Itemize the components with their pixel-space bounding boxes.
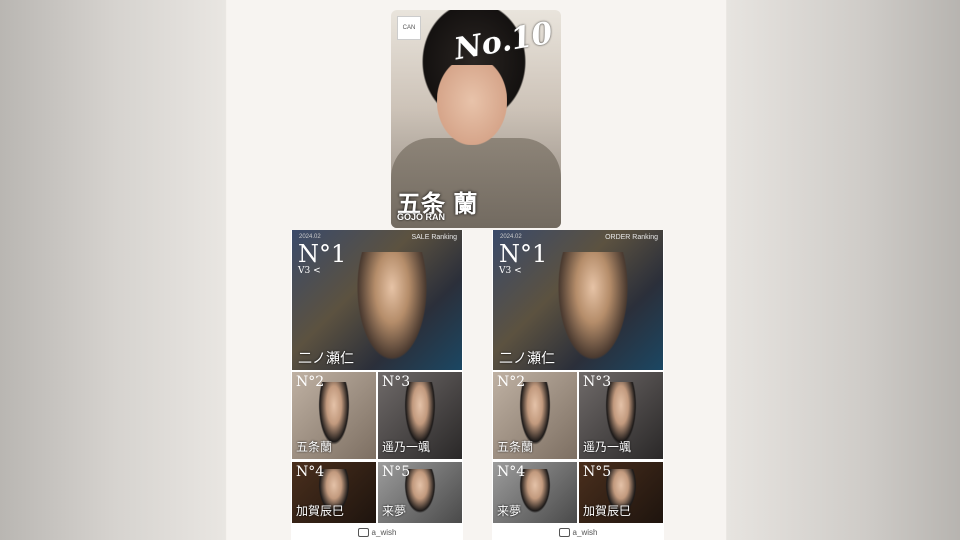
rank-name: 遥乃一颯 <box>382 440 431 454</box>
rank1-number: N°1 <box>298 240 347 268</box>
rank2-cell: N°2 五条蘭 <box>292 372 376 459</box>
face-graphic <box>437 65 507 145</box>
rank-name: 五条蘭 <box>296 440 333 454</box>
badge: CAN <box>397 16 421 40</box>
rank1-name: 二ノ瀬仁 <box>499 351 555 367</box>
poster-title: SALE Ranking <box>411 234 457 241</box>
rank1-number: N°1 <box>499 240 548 268</box>
rank-number: N°2 <box>497 374 526 390</box>
rank-name: 加賀辰巳 <box>583 504 632 518</box>
poster-date: 2024.02 <box>299 234 321 240</box>
instagram-icon <box>558 528 570 538</box>
profile-card: CAN No.10 五条 蘭 GOJO RAN <box>391 10 561 228</box>
rank5-cell: N°5 加賀辰巳 <box>579 462 663 523</box>
rank-number: N°3 <box>382 374 411 390</box>
rank-name: 五条蘭 <box>497 440 534 454</box>
rank-name: 来夢 <box>497 504 522 518</box>
ranking-poster-sale: N°1 V3 < 二ノ瀬仁 2024.02 SALE Ranking N°2 五… <box>291 230 463 540</box>
rank1-photo: N°1 V3 < 二ノ瀬仁 <box>493 230 663 370</box>
portrait-graphic <box>553 252 633 370</box>
name-roman: GOJO RAN <box>397 212 446 222</box>
poster-date: 2024.02 <box>500 234 522 240</box>
rank1-photo: N°1 V3 < 二ノ瀬仁 <box>292 230 462 370</box>
poster-title: ORDER Ranking <box>605 234 658 241</box>
rank-number: N°3 <box>583 374 612 390</box>
poster-footer: a_wish <box>492 528 664 538</box>
poster-footer: a_wish <box>291 528 463 538</box>
rank5-cell: N°5 来夢 <box>378 462 462 523</box>
rank2-cell: N°2 五条蘭 <box>493 372 577 459</box>
rank-number: N°2 <box>296 374 325 390</box>
rank-name: 来夢 <box>382 504 407 518</box>
rank3-cell: N°3 遥乃一颯 <box>579 372 663 459</box>
rank-name: 加賀辰巳 <box>296 504 345 518</box>
rank1-sub: V3 < <box>298 266 321 276</box>
portrait-graphic <box>352 252 432 370</box>
ranking-poster-order: N°1 V3 < 二ノ瀬仁 2024.02 ORDER Ranking N°2 … <box>492 230 664 540</box>
footer-handle: a_wish <box>371 528 397 537</box>
rank4-cell: N°4 来夢 <box>493 462 577 523</box>
rank-number: N°5 <box>382 464 411 480</box>
rank4-cell: N°4 加賀辰巳 <box>292 462 376 523</box>
rank-number: N°5 <box>583 464 612 480</box>
instagram-icon <box>357 528 369 538</box>
rank1-sub: V3 < <box>499 266 522 276</box>
rank1-name: 二ノ瀬仁 <box>298 351 354 367</box>
footer-handle: a_wish <box>572 528 598 537</box>
rank-number: N°4 <box>296 464 325 480</box>
rank3-cell: N°3 遥乃一颯 <box>378 372 462 459</box>
rank-number: N°4 <box>497 464 526 480</box>
rank-name: 遥乃一颯 <box>583 440 632 454</box>
